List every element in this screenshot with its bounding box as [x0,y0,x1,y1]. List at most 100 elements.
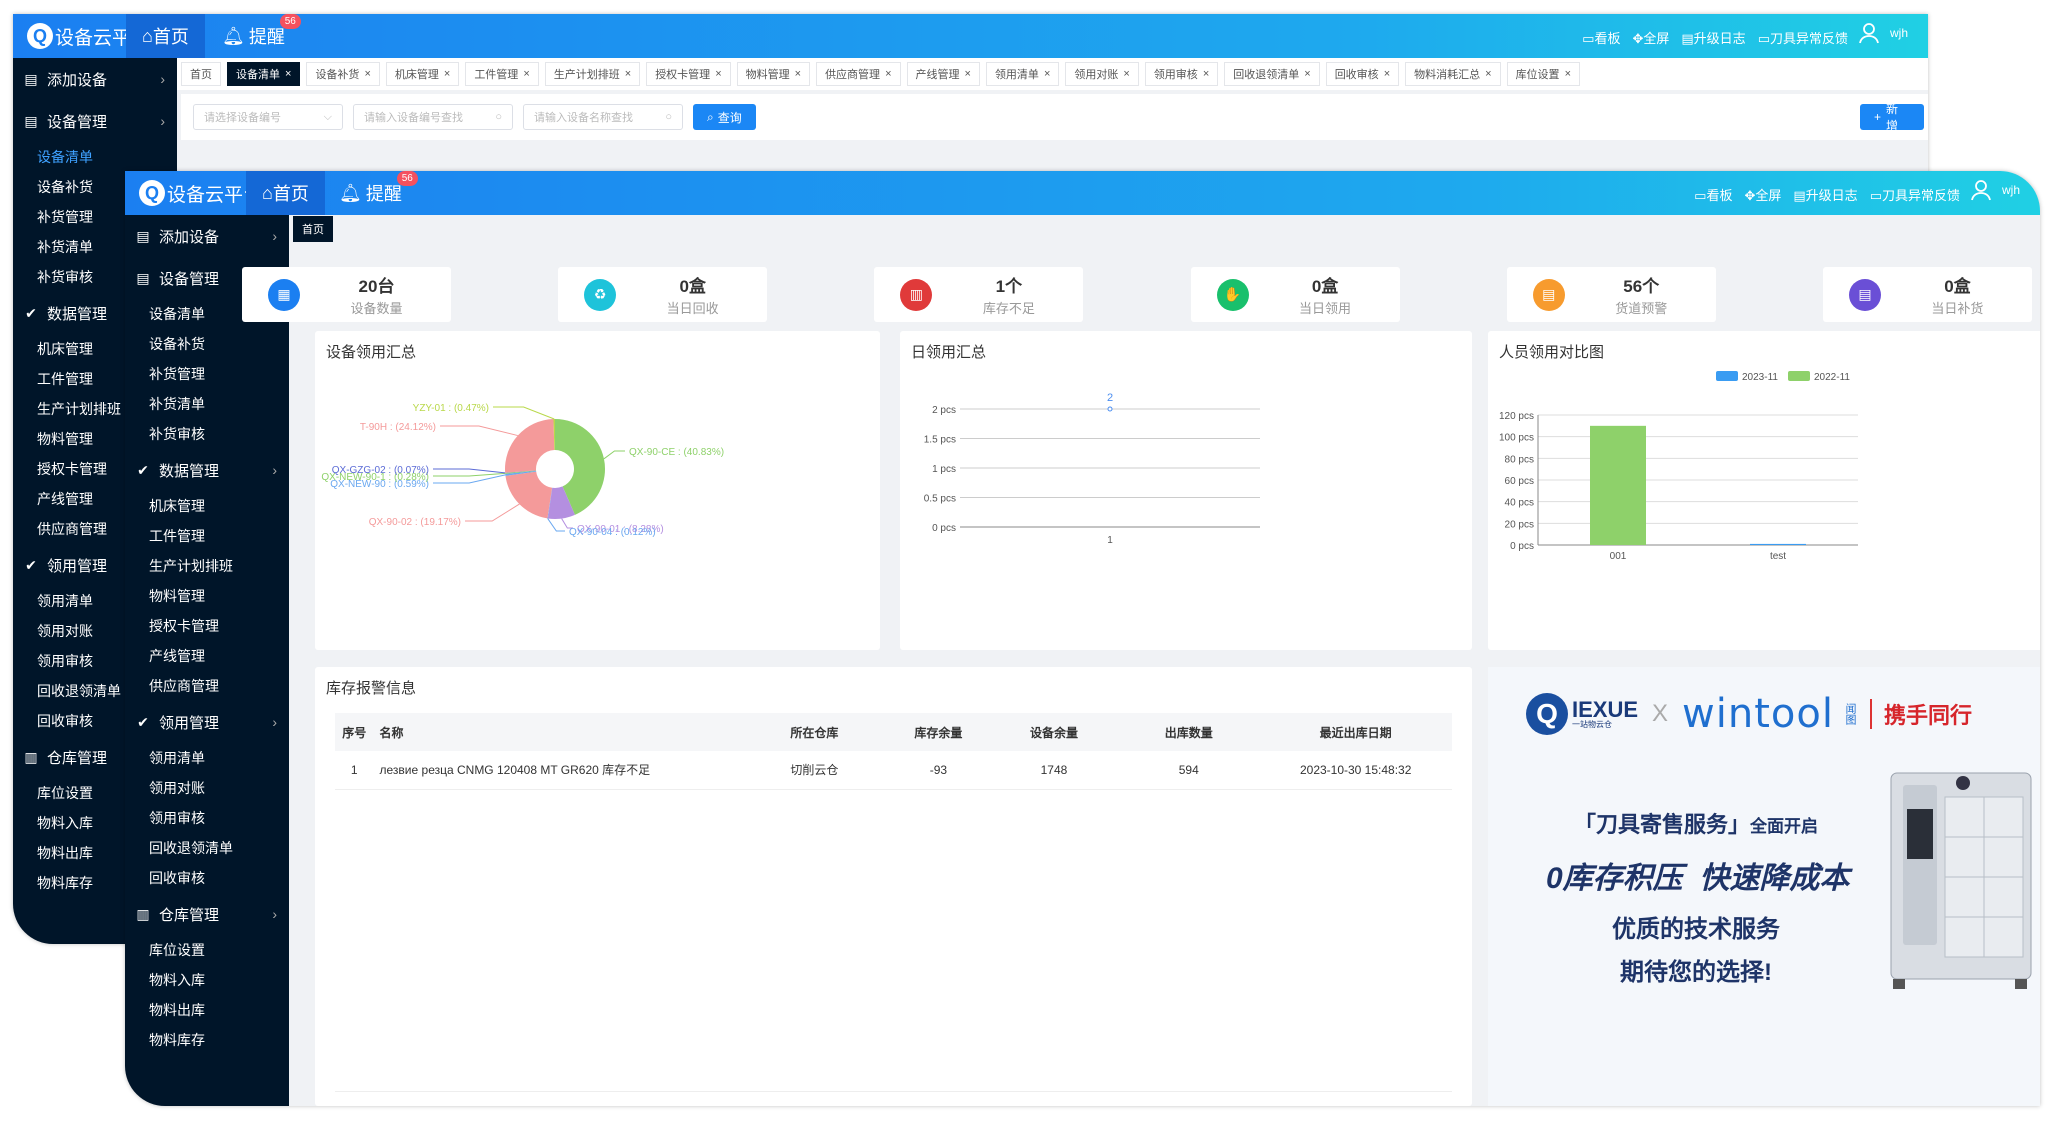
pie-slice[interactable] [505,419,555,473]
table-row[interactable]: 1 лезвие резца CNMG 120408 MT GR620 库存不足 切… [335,751,1452,789]
close-icon[interactable]: × [1565,68,1571,80]
sidebar-item-8[interactable]: 机床管理 [125,491,289,521]
bar-ytick: 80 pcs [1505,454,1534,465]
sidebar-item-17[interactable]: 领用对账 [125,773,289,803]
close-icon[interactable]: × [965,68,971,80]
close-icon[interactable]: × [1384,68,1390,80]
sidebar-item-10[interactable]: 生产计划排班 [125,551,289,581]
line-point[interactable] [1107,406,1113,412]
tab-16[interactable]: 库位设置 × [1506,62,1580,86]
fullscreen-link[interactable]: ✥全屏 [1632,28,1669,47]
stat-card-5[interactable]: ▤ 0盒 当日补货 [1822,267,2032,322]
add-button[interactable]: + 新增 [1860,102,1924,133]
stat-card-0[interactable]: ▦ 20台 设备数量 [242,267,451,322]
close-icon[interactable]: × [285,68,291,80]
tab-7[interactable]: 物料管理 × [736,62,811,86]
tab-0[interactable]: 首页 [181,62,221,86]
close-icon[interactable]: × [1044,68,1050,80]
stat-card-2[interactable]: ▥ 1个 库存不足 [874,267,1084,322]
sidebar-item-13[interactable]: 产线管理 [125,641,289,671]
tab-home[interactable]: 首页 [293,216,333,242]
feedback-link[interactable]: ▭刀具异常反馈 [1870,185,1960,204]
close-icon[interactable]: × [795,68,801,80]
sidebar-item-21[interactable]: ▥ 仓库管理 › [125,893,289,935]
sidebar-item-23[interactable]: 物料入库 [125,965,289,995]
device-no-input[interactable]: 请输入设备编号查找 ○ [353,104,513,130]
stat-card-4[interactable]: ▤ 56个 货道预警 [1506,267,1716,322]
tab-5[interactable]: 生产计划排班 × [544,62,641,86]
tab-3[interactable]: 机床管理 × [385,62,460,86]
board-link[interactable]: ▭看板 [1694,185,1732,204]
front-user[interactable]: wjh [1970,179,2020,201]
doc-icon: ▤ [24,112,38,129]
tab-2[interactable]: 设备补货 × [306,62,380,86]
close-icon[interactable]: × [1123,68,1129,80]
device-select[interactable]: 请选择设备编号 ⌵ [193,104,343,130]
sidebar-item-6[interactable]: 补货审核 [125,419,289,449]
tab-1[interactable]: 设备清单 × [227,62,301,86]
front-nav-remind[interactable]: 🔔︎ 提醒 56 [323,171,418,215]
sidebar-item-label: 领用清单 [37,593,93,609]
sidebar-item-0[interactable]: ▤ 添加设备 › [13,58,177,100]
tab-12[interactable]: 领用审核 × [1144,62,1219,86]
pie-leader-line [493,406,555,420]
stat-card-1[interactable]: ♻ 0盒 当日回收 [558,267,768,322]
back-nav-remind[interactable]: 🔔︎ 提醒 56 [206,14,301,58]
fullscreen-link[interactable]: ✥全屏 [1744,185,1781,204]
sidebar-item-24[interactable]: 物料出库 [125,995,289,1025]
sidebar-item-4[interactable]: 补货管理 [125,359,289,389]
sidebar-item-5[interactable]: 补货清单 [125,389,289,419]
sidebar-item-25[interactable]: 物料库存 [125,1025,289,1055]
sidebar-item-20[interactable]: 回收审核 [125,863,289,893]
sidebar-item-2[interactable]: 设备清单 [13,142,177,172]
pie-label: QX-90-CE : (40.83%) [629,447,724,458]
sidebar-item-16[interactable]: 领用清单 [125,743,289,773]
sidebar-item-1[interactable]: ▤ 设备管理 › [13,100,177,142]
promo-banner[interactable]: Q IEXUE 一站物云仓 X wintool 闻图 携手同行 「刀具寄售服务」全… [1488,667,2040,1106]
promo-cross: X [1652,700,1669,727]
tab-8[interactable]: 供应商管理 × [816,62,901,86]
tab-10[interactable]: 领用清单 × [985,62,1060,86]
sidebar-item-9[interactable]: 工件管理 [125,521,289,551]
front-nav-home[interactable]: ⌂ 首页 [246,171,325,215]
log-link[interactable]: ▤升级日志 [1793,185,1857,204]
tab-13[interactable]: 回收退领清单 × [1224,62,1320,86]
close-icon[interactable]: × [444,68,450,80]
close-icon[interactable]: × [715,68,721,80]
bar-rect[interactable] [1750,543,1806,545]
tab-11[interactable]: 领用对账 × [1065,62,1139,86]
board-link[interactable]: ▭看板 [1582,28,1620,47]
tab-15[interactable]: 物料消耗汇总 × [1405,62,1501,86]
sidebar-item-19[interactable]: 回收退领清单 [125,833,289,863]
query-button[interactable]: ⌕ 查询 [693,104,756,130]
sidebar-item-11[interactable]: 物料管理 [125,581,289,611]
sidebar-item-14[interactable]: 供应商管理 [125,671,289,701]
close-icon[interactable]: × [364,68,370,80]
sidebar-item-0[interactable]: ▤ 添加设备 › [125,215,289,257]
close-icon[interactable]: × [1304,68,1310,80]
tab-14[interactable]: 回收审核 × [1325,62,1400,86]
sidebar-item-18[interactable]: 领用审核 [125,803,289,833]
sidebar-item-12[interactable]: 授权卡管理 [125,611,289,641]
bar-rect[interactable] [1590,425,1646,545]
back-user[interactable]: wjh [1858,22,1908,44]
close-icon[interactable]: × [885,68,891,80]
pie-slice[interactable] [505,471,553,519]
sidebar-item-22[interactable]: 库位设置 [125,935,289,965]
close-icon[interactable]: × [1203,68,1209,80]
close-icon[interactable]: × [1485,68,1491,80]
front-logo[interactable]: Q 设备云平台 [139,179,262,207]
stat-card-3[interactable]: ✋ 0盒 当日领用 [1190,267,1400,322]
tab-6[interactable]: 授权卡管理 × [646,62,731,86]
sidebar-item-3[interactable]: 设备补货 [125,329,289,359]
device-name-input[interactable]: 请输入设备名称查找 ○ [523,104,683,130]
close-icon[interactable]: × [625,68,631,80]
close-icon[interactable]: × [523,68,529,80]
tab-4[interactable]: 工件管理 × [465,62,539,86]
sidebar-item-15[interactable]: ✔ 领用管理 › [125,701,289,743]
back-nav-home[interactable]: ⌂ 首页 [126,14,205,58]
tab-9[interactable]: 产线管理 × [906,62,980,86]
log-link[interactable]: ▤升级日志 [1681,28,1745,47]
sidebar-item-7[interactable]: ✔ 数据管理 › [125,449,289,491]
feedback-link[interactable]: ▭刀具异常反馈 [1758,28,1848,47]
